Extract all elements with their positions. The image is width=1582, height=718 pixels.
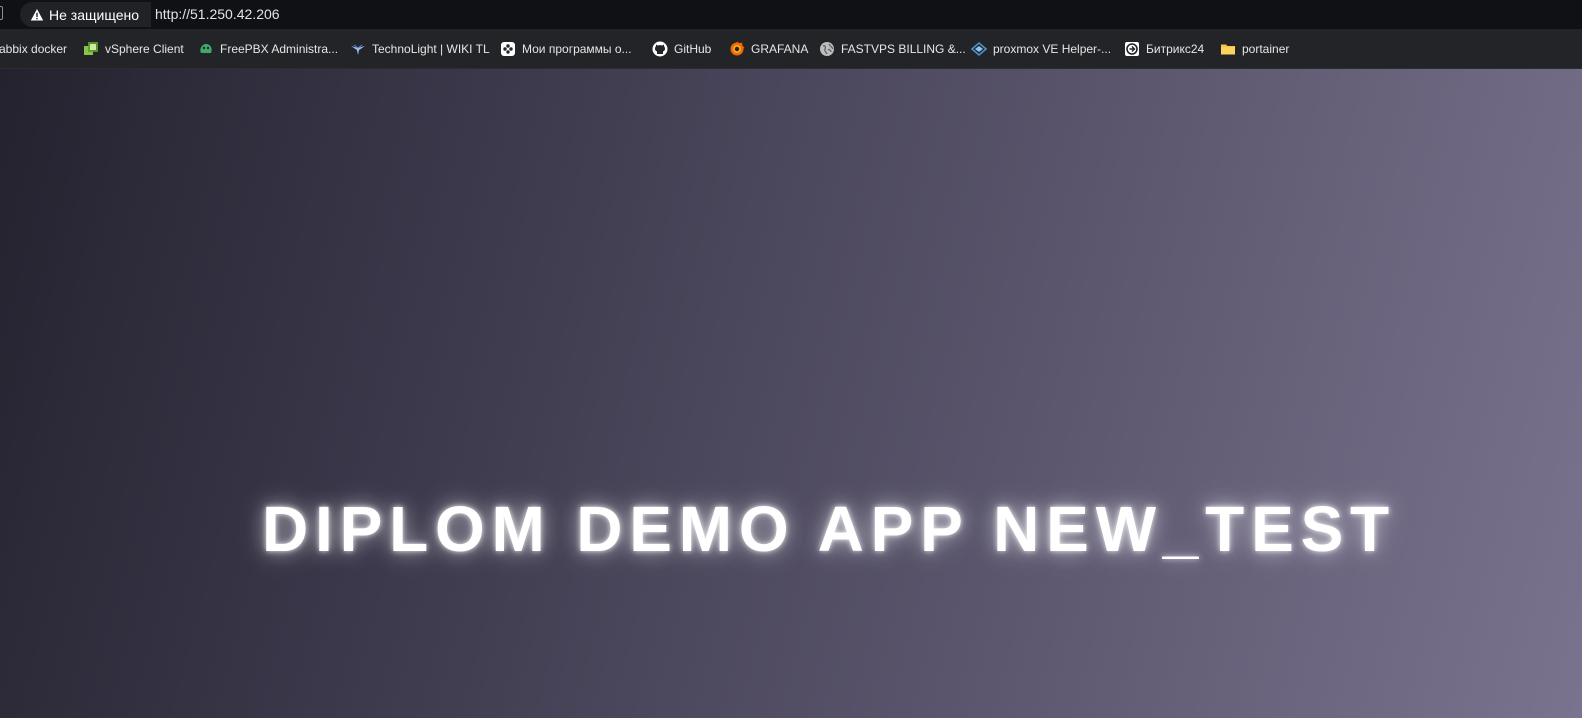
bookmark-proxmox-helper[interactable]: proxmox VE Helper-... <box>970 29 1112 69</box>
bookmark-label: Битрикс24 <box>1146 42 1205 56</box>
tab-edge[interactable] <box>0 6 3 20</box>
bookmark-folder-portainer[interactable]: portainer <box>1220 29 1289 69</box>
bookmark-label: GRAFANA <box>751 42 809 56</box>
bookmark-zabbix-docker[interactable]: abbix docker <box>0 29 67 69</box>
bookmark-label: abbix docker <box>0 42 68 56</box>
globe-icon <box>819 41 835 57</box>
page-headline: DIPLOM DEMO APP NEW_TEST <box>262 493 1396 565</box>
security-label: Не защищено <box>49 6 139 23</box>
bookmark-my-programs[interactable]: Мои программы о... <box>500 29 632 69</box>
vsphere-icon <box>83 41 99 57</box>
bookmark-label: FreePBX Administra... <box>220 42 339 56</box>
browser-window: Не защищено http://51.250.42.206 abbix d… <box>0 0 1582 718</box>
warning-icon <box>30 8 44 22</box>
bookmark-vsphere-client[interactable]: vSphere Client <box>83 29 184 69</box>
bookmark-label: Мои программы о... <box>522 42 632 56</box>
proxmox-icon <box>970 41 988 57</box>
bookmark-label: vSphere Client <box>105 42 184 56</box>
bookmarks-bar: abbix docker vSphere Client FreePBX Admi… <box>0 29 1582 69</box>
bookmark-freepbx[interactable]: FreePBX Administra... <box>198 29 338 69</box>
bitrix24-icon <box>1124 41 1140 57</box>
grafana-icon <box>729 41 745 57</box>
bookmark-label: GitHub <box>674 42 712 56</box>
programs-icon <box>500 41 516 57</box>
bookmark-github[interactable]: GitHub <box>652 29 711 69</box>
technolight-icon <box>350 41 366 57</box>
bookmark-fastvps-billing[interactable]: FASTVPS BILLING &... <box>819 29 966 69</box>
bookmark-bitrix24[interactable]: Битрикс24 <box>1124 29 1204 69</box>
freepbx-icon <box>198 41 214 57</box>
url-field[interactable]: http://51.250.42.206 <box>155 5 280 23</box>
bookmark-technolight-wiki[interactable]: TechnoLight | WIKI TL <box>350 29 490 69</box>
bookmark-label: TechnoLight | WIKI TL <box>372 42 490 56</box>
page-content: DIPLOM DEMO APP NEW_TEST <box>0 69 1582 718</box>
bookmark-label: FASTVPS BILLING &... <box>841 42 966 56</box>
address-bar: Не защищено http://51.250.42.206 <box>0 0 1582 29</box>
bookmark-label: portainer <box>1242 42 1290 56</box>
site-security-chip[interactable]: Не защищено <box>20 2 151 27</box>
bookmark-label: proxmox VE Helper-... <box>993 42 1112 56</box>
folder-icon <box>1220 41 1236 57</box>
bookmark-grafana[interactable]: GRAFANA <box>729 29 808 69</box>
github-icon <box>652 41 668 57</box>
